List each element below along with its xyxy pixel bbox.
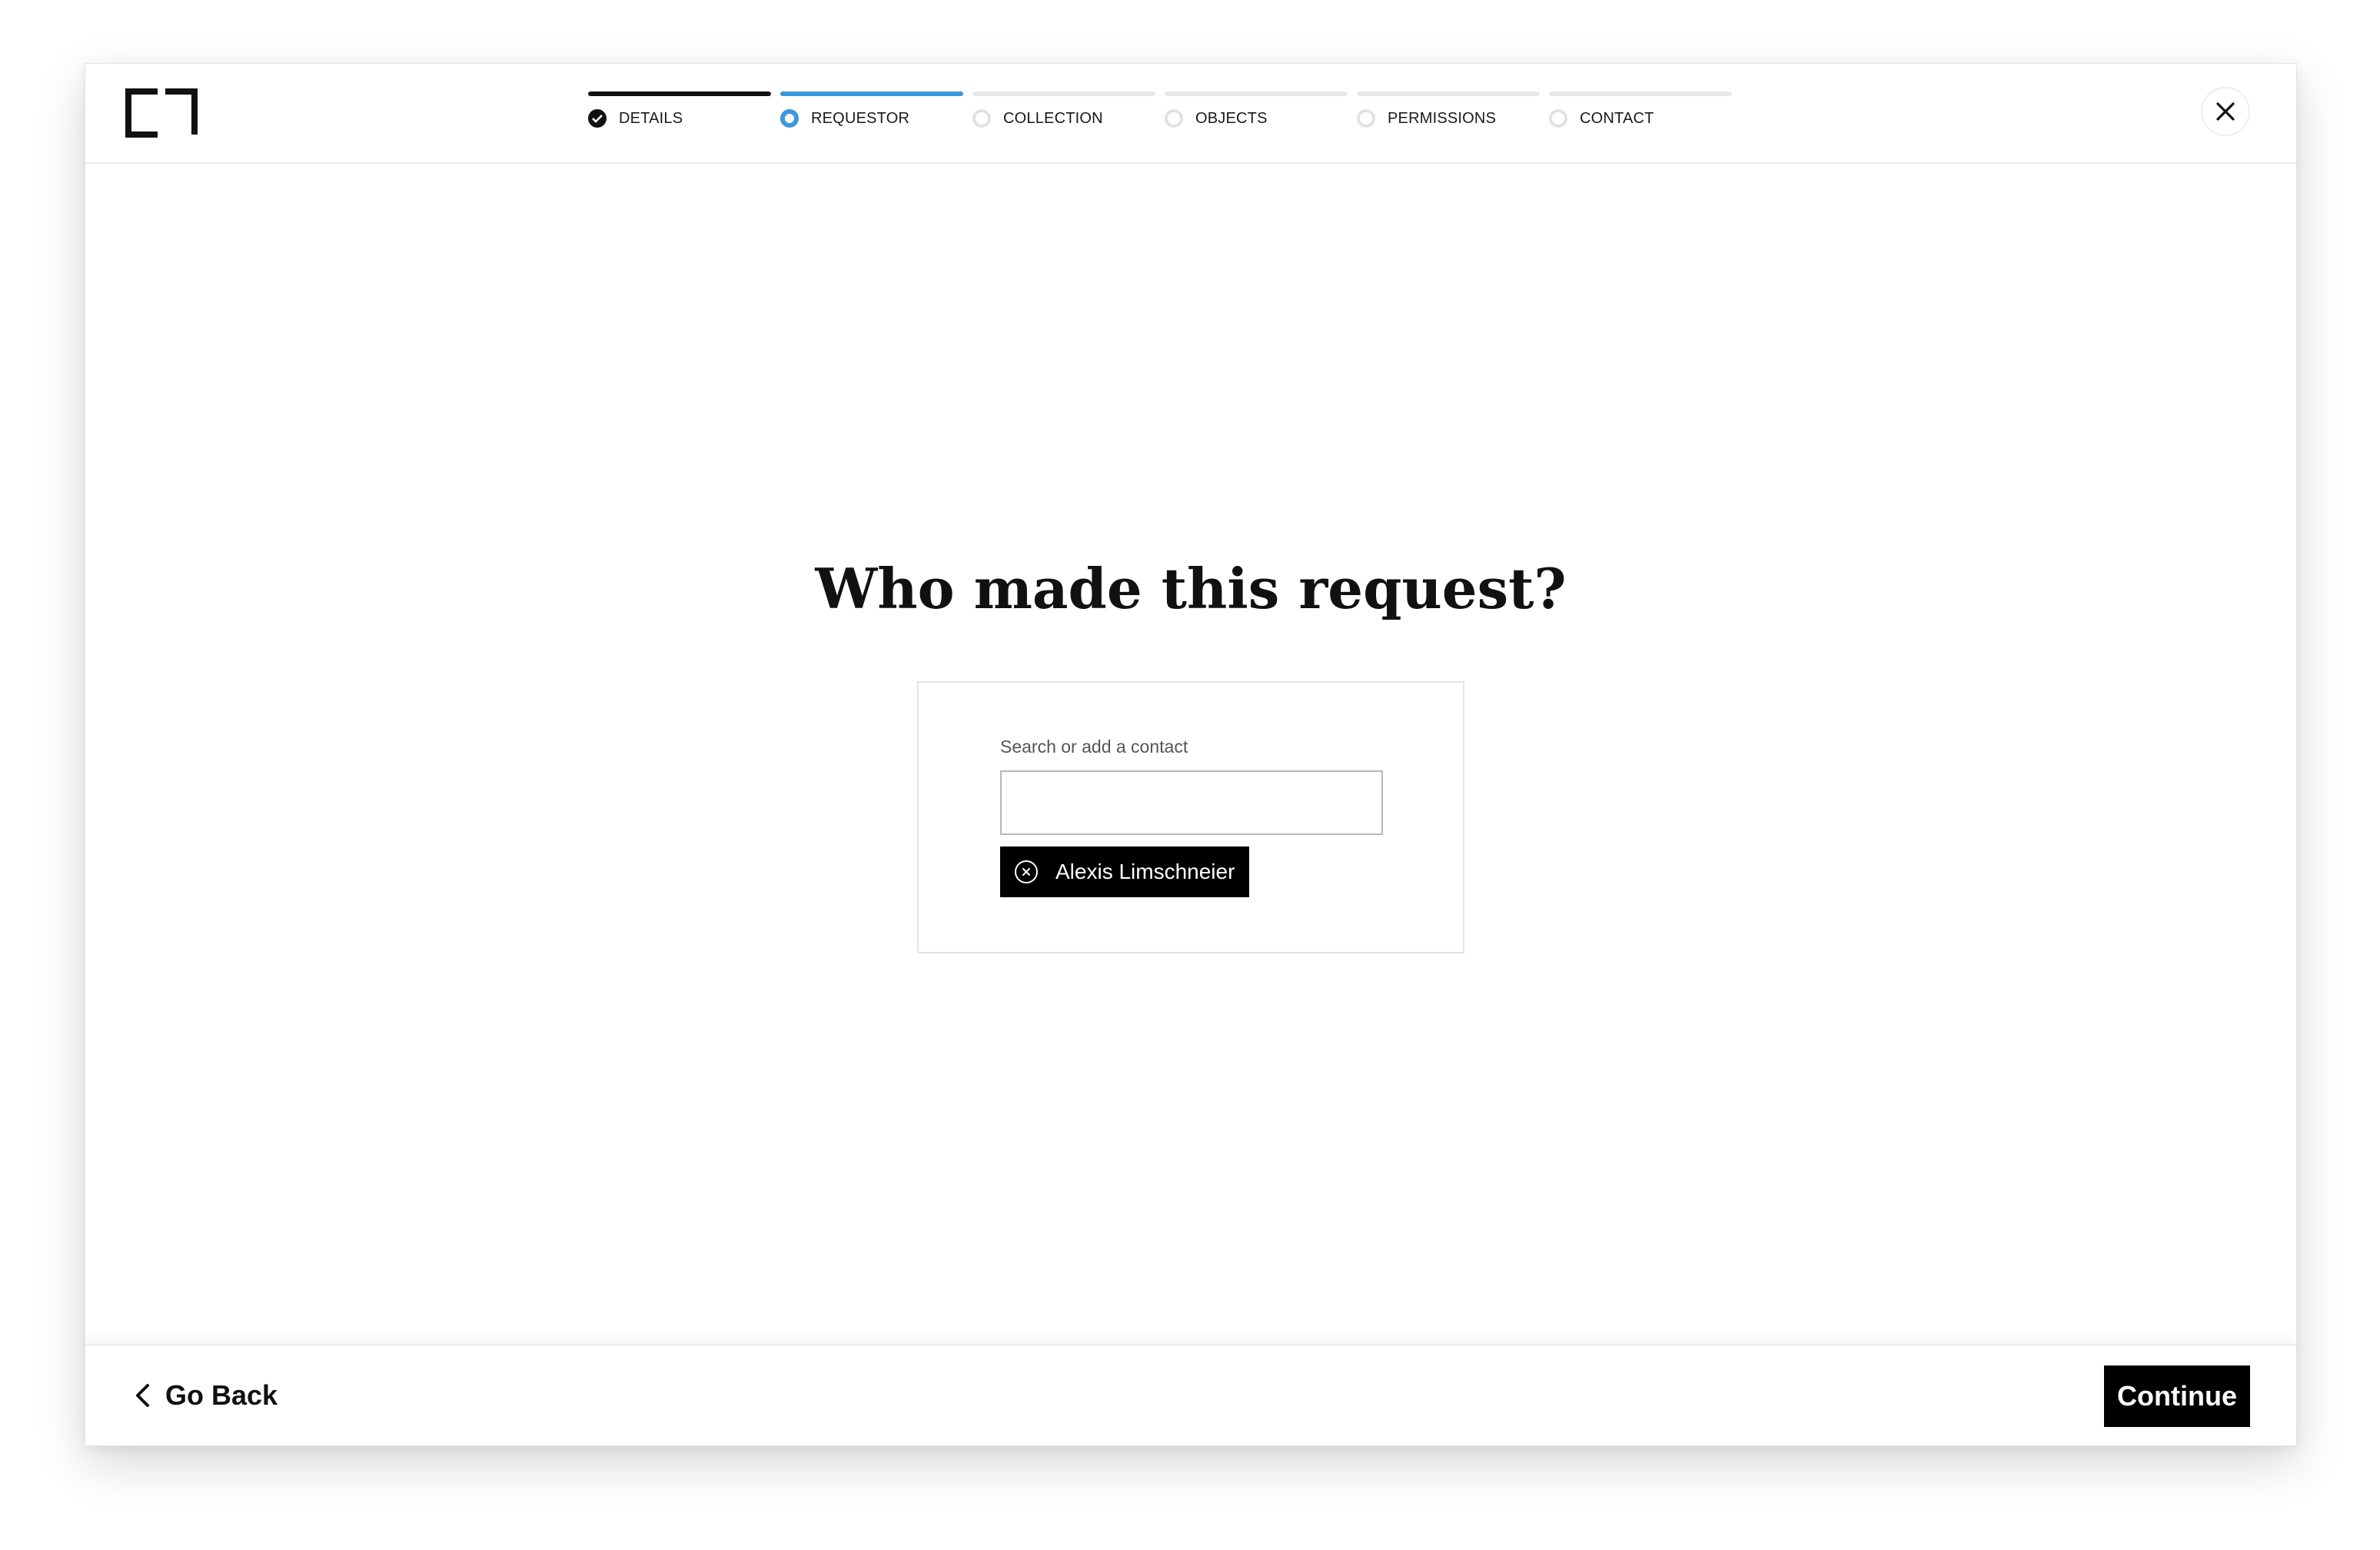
contact-search-input[interactable]: [1000, 770, 1383, 835]
continue-button[interactable]: Continue: [2104, 1365, 2250, 1427]
step-label: COLLECTION: [1003, 109, 1103, 127]
search-field-label: Search or add a contact: [1000, 737, 1188, 757]
check-icon: [588, 109, 607, 128]
close-icon: [2216, 102, 2235, 121]
close-button[interactable]: [2201, 87, 2250, 136]
step-details[interactable]: DETAILS: [588, 91, 771, 130]
step-label: PERMISSIONS: [1388, 109, 1497, 127]
wizard-header: DETAILS REQUESTOR COLLECTION OBJECTS PER…: [85, 64, 2296, 164]
step-permissions[interactable]: PERMISSIONS: [1357, 91, 1540, 130]
step-requestor[interactable]: REQUESTOR: [780, 91, 963, 130]
active-step-icon: [780, 109, 799, 128]
request-wizard-modal: DETAILS REQUESTOR COLLECTION OBJECTS PER…: [85, 63, 2297, 1446]
step-label: REQUESTOR: [811, 109, 910, 127]
pending-step-icon: [972, 109, 991, 128]
step-label: DETAILS: [619, 109, 683, 127]
step-bar: [588, 91, 771, 96]
contact-search-card: Search or add a contact Alexis Limschnei…: [917, 681, 1464, 953]
pending-step-icon: [1165, 109, 1183, 128]
selected-contact-chip: Alexis Limschneier: [1000, 847, 1249, 897]
go-back-button[interactable]: Go Back: [133, 1376, 278, 1415]
step-objects[interactable]: OBJECTS: [1165, 91, 1348, 130]
step-bar: [1165, 91, 1348, 96]
chevron-left-icon: [136, 1384, 149, 1407]
page-title: Who made this request?: [815, 556, 1567, 621]
step-bar: [972, 91, 1155, 96]
pending-step-icon: [1357, 109, 1375, 128]
step-label: OBJECTS: [1195, 109, 1268, 127]
step-label: CONTACT: [1580, 109, 1654, 127]
step-bar: [1549, 91, 1732, 96]
selected-contact-name: Alexis Limschneier: [1055, 860, 1235, 883]
step-bar: [1357, 91, 1540, 96]
step-collection[interactable]: COLLECTION: [972, 91, 1155, 130]
pending-step-icon: [1549, 109, 1567, 128]
go-back-label: Go Back: [165, 1379, 278, 1411]
bracket-logo-icon: [125, 88, 198, 138]
step-bar: [780, 91, 963, 96]
step-contact[interactable]: CONTACT: [1549, 91, 1732, 130]
wizard-footer: Go Back Continue: [85, 1344, 2296, 1445]
progress-stepper: DETAILS REQUESTOR COLLECTION OBJECTS PER…: [588, 91, 1732, 130]
remove-circle-icon[interactable]: [1014, 860, 1039, 884]
